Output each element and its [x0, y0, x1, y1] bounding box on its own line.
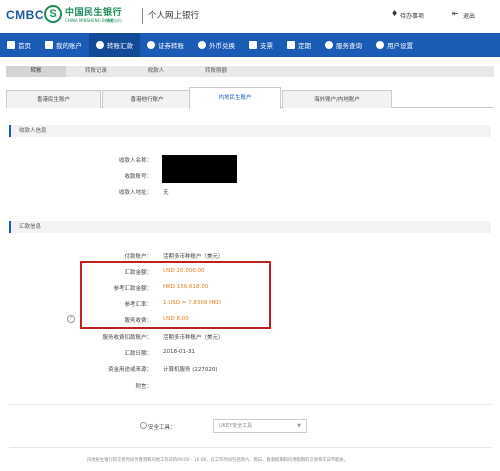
- header-divider: [142, 8, 143, 24]
- brand-logo-icon: S: [44, 5, 62, 23]
- site-title: 个人网上银行: [148, 11, 200, 21]
- nav-label: 首页: [18, 42, 31, 50]
- cheque-icon: [249, 41, 257, 49]
- remit-section-header: 汇款信息: [9, 221, 491, 233]
- redacted-payee-info: [162, 155, 237, 183]
- logout-icon[interactable]: ⇤: [452, 9, 461, 19]
- tab-mainland-minsheng[interactable]: 内地民生账户: [189, 87, 281, 109]
- tab-overseas-mainland[interactable]: 海外账户/内地账户: [282, 90, 392, 108]
- chevron-down-icon: ▼: [297, 423, 301, 429]
- deposit-icon: [287, 41, 295, 49]
- nav-label: 服务查询: [336, 42, 362, 50]
- ref-amount-label: 参考汇款金额：: [113, 286, 152, 292]
- nav-label: 转账汇款: [107, 42, 133, 50]
- tab-hk-other-bank[interactable]: 香港他行账户: [102, 90, 192, 108]
- bell-icon[interactable]: ♦: [391, 9, 399, 19]
- shield-icon: [140, 422, 147, 429]
- footer-note: 内地民生银行的交易时间为香港和内地工作日的09:00 - 16:00，在工作时间…: [87, 458, 349, 463]
- home-icon: [7, 41, 15, 49]
- security-tool-value: UKEY安全工具: [219, 423, 253, 429]
- fund-purpose-label: 资金用途或来源：: [107, 367, 152, 373]
- ref-amount-value: HKD 156,618.00: [163, 284, 209, 290]
- footer-divider: [9, 447, 491, 448]
- nav-user-settings[interactable]: 用户设置: [369, 33, 420, 57]
- account-type-tabs: 香港民生账户 香港他行账户 内地民生账户 海外账户/内地账户: [6, 87, 494, 109]
- ref-rate-value: 1 USD = 7.8309 HKD: [163, 300, 222, 306]
- brand-name-cn: 中国民生银行: [65, 8, 123, 18]
- fee-account-value: 活期多币种账户（美元）: [163, 335, 224, 341]
- payment-account-label: 付款账户：: [124, 254, 152, 260]
- top-header: CMBC S 中国民生银行 CHINA MINSHENG BANK 香港分行 个…: [0, 0, 500, 32]
- remark-label: 附言：: [135, 384, 152, 390]
- payee-address-label: 收款人地址：: [118, 190, 152, 196]
- subtab-payees[interactable]: 收款人: [126, 66, 186, 77]
- remit-amount-label: 汇款金额：: [124, 270, 152, 276]
- payee-section-header: 收款人信息: [9, 125, 491, 137]
- subtab-transfer-records[interactable]: 转账记录: [66, 66, 126, 77]
- nav-label: 我的账户: [56, 42, 82, 50]
- nav-service-query[interactable]: 服务查询: [318, 33, 369, 57]
- settings-icon: [376, 41, 384, 49]
- fx-icon: [198, 41, 206, 49]
- nav-my-account[interactable]: 我的账户: [38, 33, 89, 57]
- section-divider: [9, 404, 491, 405]
- nav-label: 定期: [298, 42, 311, 50]
- subtab-transfer[interactable]: 转账: [6, 66, 66, 77]
- subtab-transfer-limit[interactable]: 转账限额: [186, 66, 246, 77]
- logout-link[interactable]: 退出: [463, 11, 475, 20]
- fund-purpose-value: 计算机服务 (227020): [163, 367, 218, 373]
- payee-account-label: 收款账号：: [124, 174, 152, 180]
- security-tool-label: 安全工具：: [148, 425, 176, 431]
- nav-fx[interactable]: 外币兑换: [191, 33, 242, 57]
- search-icon: [325, 41, 333, 49]
- main-nav: 首页 我的账户 转账汇款 证券转账 外币兑换 支票 定期 服务查询 用户设置: [0, 33, 500, 57]
- brand-branch: 香港分行: [106, 18, 122, 23]
- remit-date-label: 汇款日期：: [124, 351, 152, 357]
- remit-date-value: 2018-01-31: [163, 349, 195, 355]
- nav-label: 支票: [260, 42, 273, 50]
- todo-link[interactable]: 待办事项: [400, 11, 424, 20]
- nav-label: 证券转账: [158, 42, 184, 50]
- service-fee-label: 服务收费：: [124, 318, 152, 324]
- account-icon: [45, 41, 53, 49]
- ref-rate-label: 参考汇率：: [124, 302, 152, 308]
- payee-address-value: 无: [163, 190, 169, 196]
- nav-label: 外币兑换: [209, 42, 235, 50]
- nav-home[interactable]: 首页: [0, 33, 38, 57]
- payment-account-value: 活期多币种账户（美元）: [163, 254, 224, 260]
- nav-transfer[interactable]: 转账汇款: [89, 33, 140, 57]
- security-tool-select[interactable]: UKEY安全工具 ▼: [213, 419, 307, 433]
- fee-account-label: 服务收费扣款账户：: [102, 335, 152, 341]
- nav-label: 用户设置: [387, 42, 413, 50]
- transfer-icon: [96, 41, 104, 49]
- nav-securities[interactable]: 证券转账: [140, 33, 191, 57]
- nav-deposit[interactable]: 定期: [280, 33, 318, 57]
- nav-cheque[interactable]: 支票: [242, 33, 280, 57]
- payee-name-label: 收款人名称：: [118, 158, 152, 164]
- tab-hk-minsheng[interactable]: 香港民生账户: [6, 90, 101, 108]
- brand-logo-text: CMBC: [6, 8, 44, 22]
- securities-icon: [147, 41, 155, 49]
- remit-amount-value: USD 20,000.00: [163, 268, 205, 274]
- transfer-subtabs: 转账 转账记录 收款人 转账限额: [6, 66, 494, 77]
- service-fee-value: USD 8.00: [163, 316, 189, 322]
